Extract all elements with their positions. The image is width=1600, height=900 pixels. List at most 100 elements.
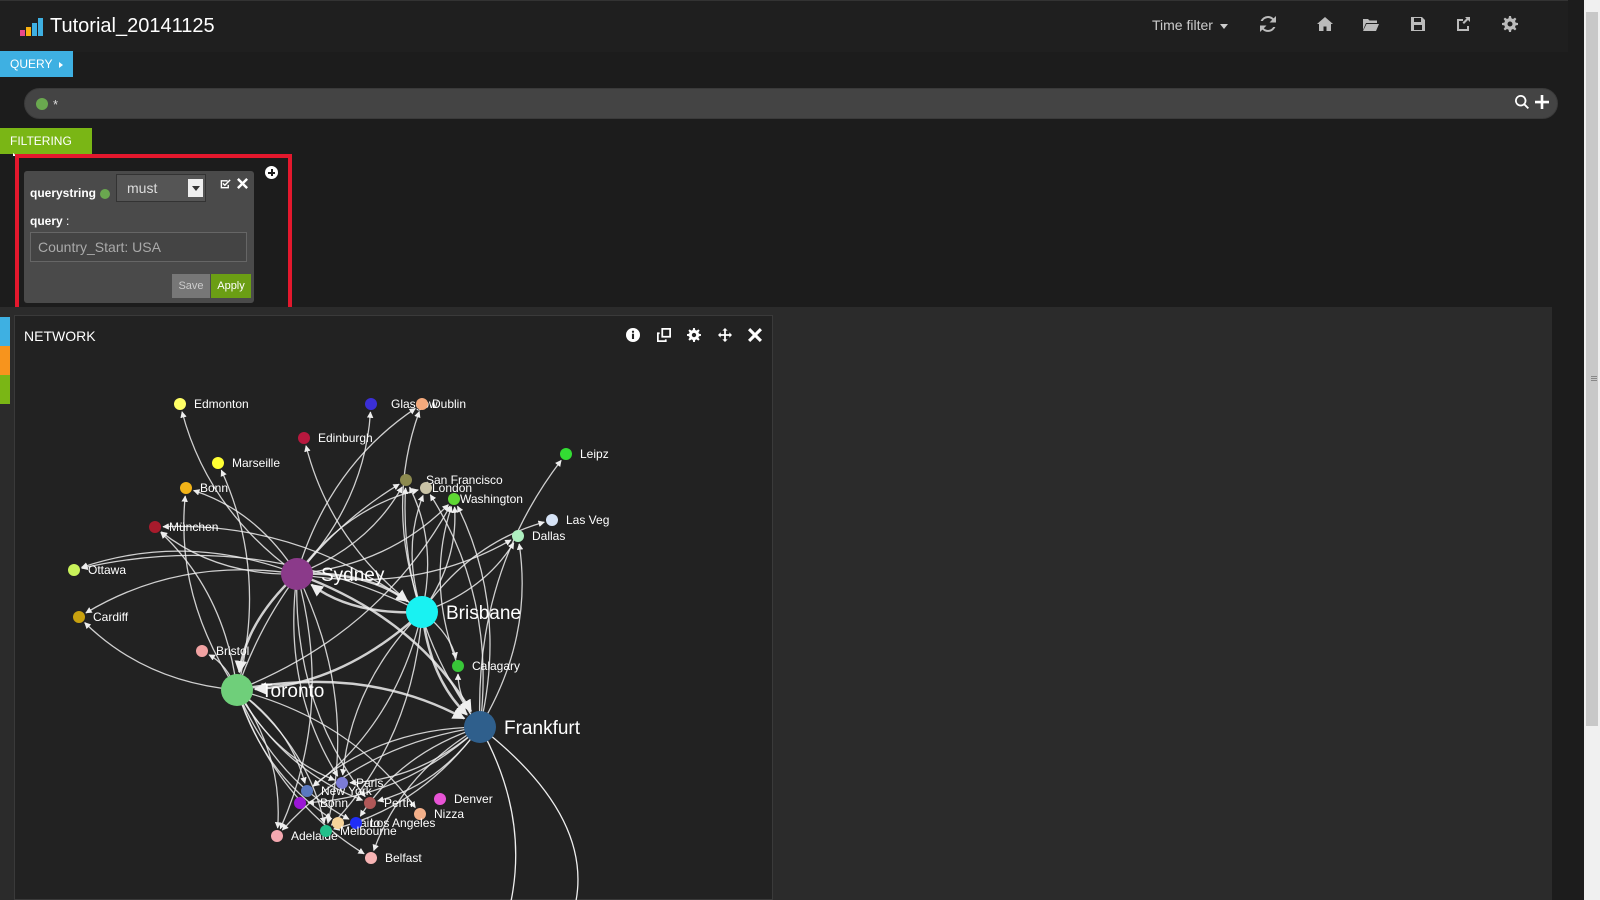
panel-title: NETWORK <box>24 328 96 344</box>
network-node[interactable] <box>68 564 80 576</box>
network-edge <box>479 726 579 900</box>
network-node[interactable] <box>406 596 438 628</box>
row-color-blue <box>0 317 10 346</box>
network-node-label: Bonn <box>200 481 228 495</box>
network-edge <box>411 494 424 613</box>
network-node[interactable] <box>174 398 186 410</box>
network-node-label: Marseille <box>232 456 280 470</box>
network-node-label: Denver <box>454 792 493 806</box>
network-edge <box>160 531 298 575</box>
query-tab-label: QUERY <box>10 57 53 71</box>
network-node-label: Belfast <box>385 851 422 865</box>
row-collapse-bar[interactable] <box>0 317 10 404</box>
network-node[interactable] <box>560 448 572 460</box>
share-icon[interactable] <box>1455 16 1475 36</box>
filtering-section-toggle[interactable]: FILTERING <box>0 128 92 159</box>
network-node[interactable] <box>365 398 377 410</box>
network-node-label: Glasgow <box>391 397 438 411</box>
network-node[interactable] <box>281 558 313 590</box>
plus-icon[interactable] <box>1535 95 1549 109</box>
scrollbar-thumb[interactable] <box>1586 12 1598 726</box>
network-node[interactable] <box>221 674 253 706</box>
network-node-label: Toronto <box>261 681 324 702</box>
network-panel: Edmonton Glasgow Dublin Edinburgh Leipz Marse… <box>14 315 773 900</box>
network-node-label: Calagary <box>472 659 520 673</box>
network-edge <box>421 506 459 613</box>
network-node[interactable] <box>416 398 428 410</box>
time-filter-label: Time filter <box>1152 17 1213 33</box>
network-node[interactable] <box>434 793 446 805</box>
network-node[interactable] <box>400 474 412 486</box>
network-node-label: Edinburgh <box>318 431 373 445</box>
caret-down-icon <box>1219 23 1228 29</box>
dashboard-title: Tutorial_20141125 <box>50 15 215 37</box>
query-section-toggle[interactable]: QUERY <box>0 51 73 77</box>
folder-open-icon[interactable] <box>1363 16 1383 36</box>
filtering-tab-label: FILTERING <box>10 134 72 148</box>
network-node[interactable] <box>420 482 432 494</box>
move-icon[interactable] <box>717 328 732 342</box>
network-node[interactable] <box>448 493 460 505</box>
network-node-label: Nizza <box>434 807 464 821</box>
save-icon[interactable] <box>1410 16 1430 36</box>
network-edge <box>340 611 423 776</box>
top-navbar: Tutorial_20141125 Time filter <box>0 0 1568 52</box>
network-node-label: Ottawa <box>88 563 126 577</box>
network-graph[interactable]: Edmonton GlasgowDublin Edinburgh Leipz Marse… <box>15 316 774 900</box>
panel-tools <box>614 328 762 347</box>
network-node-label: Bristol <box>216 644 249 658</box>
time-filter-dropdown[interactable]: Time filter <box>1152 17 1228 33</box>
network-edge <box>236 483 400 691</box>
network-node[interactable] <box>512 530 524 542</box>
close-icon[interactable] <box>748 328 762 342</box>
network-edge <box>84 622 238 691</box>
network-node[interactable] <box>546 514 558 526</box>
network-node[interactable] <box>301 785 313 797</box>
network-node[interactable] <box>464 711 496 743</box>
network-node[interactable] <box>364 797 376 809</box>
query-bar <box>24 88 1558 119</box>
copy-icon[interactable] <box>656 328 671 342</box>
network-node-label: Dallas <box>532 529 565 543</box>
row-color-green <box>0 375 10 404</box>
dashboard-row: Edmonton Glasgow Dublin Edinburgh Leipz Marse… <box>0 307 1552 900</box>
network-node[interactable] <box>452 660 464 672</box>
refresh-icon[interactable] <box>1260 16 1280 36</box>
search-icon[interactable] <box>1514 94 1529 109</box>
network-node-label: München <box>169 520 218 534</box>
network-edge <box>236 689 282 829</box>
row-color-orange <box>0 346 10 375</box>
network-node-label: Washington <box>460 492 523 506</box>
query-actions <box>1513 94 1549 114</box>
gear-icon[interactable] <box>687 328 702 342</box>
network-node-label: Perth <box>384 796 413 810</box>
network-node[interactable] <box>320 825 332 837</box>
network-node[interactable] <box>149 521 161 533</box>
network-node-label: Brisbane <box>446 603 521 624</box>
gear-icon[interactable] <box>1502 16 1522 36</box>
network-node-label: Leipz <box>580 447 609 461</box>
caret-right-icon <box>58 62 63 68</box>
network-node[interactable] <box>294 797 306 809</box>
network-node[interactable] <box>271 830 283 842</box>
network-node-label: Dublin <box>432 397 466 411</box>
page-scrollbar[interactable] <box>1584 0 1600 900</box>
network-node-label: Melbourne <box>340 824 397 838</box>
network-edge <box>236 689 336 781</box>
info-icon[interactable] <box>626 328 641 342</box>
network-node[interactable] <box>180 482 192 494</box>
network-node[interactable] <box>196 645 208 657</box>
query-color-dot[interactable] <box>36 98 48 110</box>
kibana-bar-logo-icon <box>20 18 46 36</box>
network-edge <box>349 726 481 786</box>
network-node[interactable] <box>212 457 224 469</box>
network-node-label: Bonn <box>320 796 348 810</box>
home-icon[interactable] <box>1317 16 1337 36</box>
network-node[interactable] <box>73 611 85 623</box>
network-node-label: Cardiff <box>93 610 129 624</box>
scrollbar-grip <box>1591 376 1597 377</box>
highlight-annotation <box>15 154 292 319</box>
network-node[interactable] <box>365 852 377 864</box>
query-input[interactable] <box>53 93 1453 115</box>
network-node[interactable] <box>298 432 310 444</box>
